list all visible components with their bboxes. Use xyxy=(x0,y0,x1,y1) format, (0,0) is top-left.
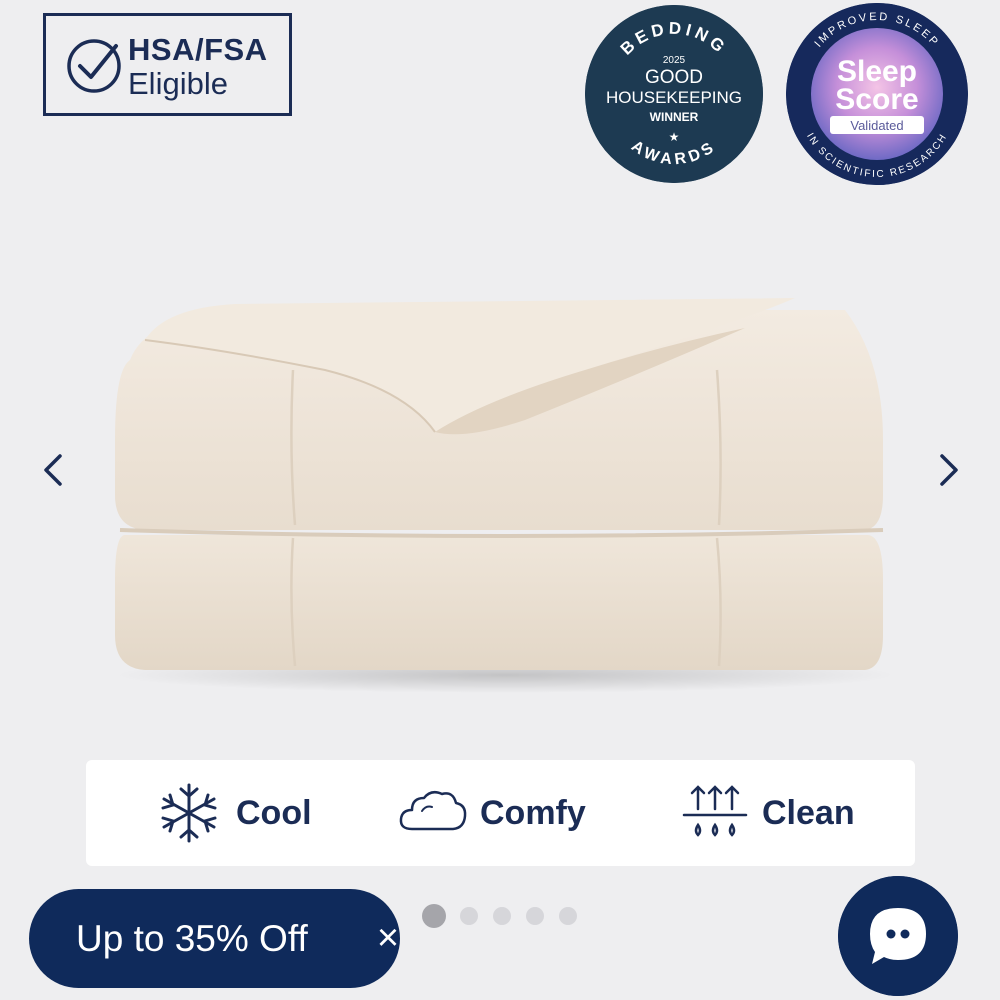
snowflake-icon xyxy=(161,783,217,843)
checkmark-circle-icon xyxy=(67,39,121,93)
cloud-icon xyxy=(399,790,467,831)
chevron-left-icon[interactable] xyxy=(34,448,74,492)
good-housekeeping-award-badge: BEDDING 2025 GOOD HOUSEKEEPING WINNER ★ … xyxy=(585,5,763,183)
product-gallery: HSA/FSA Eligible BEDDING 2025 GOOD HOUSE… xyxy=(0,0,1000,1000)
promo-label: Up to 35% Off xyxy=(76,917,308,959)
feature-comfy: Comfy xyxy=(398,760,586,866)
ss-validated: Validated xyxy=(850,118,903,133)
sleep-score-badge: IMPROVED SLEEP Sleep Score Validated IN … xyxy=(786,3,968,185)
product-image xyxy=(115,298,895,693)
gh-line1: GOOD xyxy=(645,67,703,88)
feature-clean: Clean xyxy=(680,760,855,866)
carousel-dot-4[interactable] xyxy=(526,907,544,925)
hsa-fsa-subtitle: Eligible xyxy=(128,66,228,101)
carousel-dot-5[interactable] xyxy=(559,907,577,925)
close-icon[interactable]: × xyxy=(370,919,406,957)
gh-year: 2025 xyxy=(663,55,686,66)
feature-cool-label: Cool xyxy=(236,793,312,832)
promo-banner[interactable]: Up to 35% Off × xyxy=(29,889,400,988)
hsa-fsa-title: HSA/FSA xyxy=(128,32,268,67)
feature-comfy-label: Comfy xyxy=(480,793,586,832)
ss-line2: Score xyxy=(835,83,918,116)
carousel-dot-1[interactable] xyxy=(422,904,446,928)
carousel-pagination xyxy=(422,904,592,928)
gh-line3: WINNER xyxy=(650,110,699,124)
moisture-wicking-icon xyxy=(682,785,748,837)
gh-star-icon: ★ xyxy=(669,130,680,144)
chat-button[interactable] xyxy=(838,876,958,996)
carousel-dot-2[interactable] xyxy=(460,907,478,925)
carousel-dot-3[interactable] xyxy=(493,907,511,925)
feature-cool: Cool xyxy=(154,760,312,866)
gh-line2: HOUSEKEEPING xyxy=(606,88,742,107)
hsa-fsa-badge: HSA/FSA Eligible xyxy=(43,13,292,116)
hsa-fsa-text: HSA/FSA Eligible xyxy=(128,34,268,99)
feature-clean-label: Clean xyxy=(762,793,855,832)
features-panel: Cool Comfy Clean xyxy=(86,760,915,866)
chevron-right-icon[interactable] xyxy=(928,448,968,492)
